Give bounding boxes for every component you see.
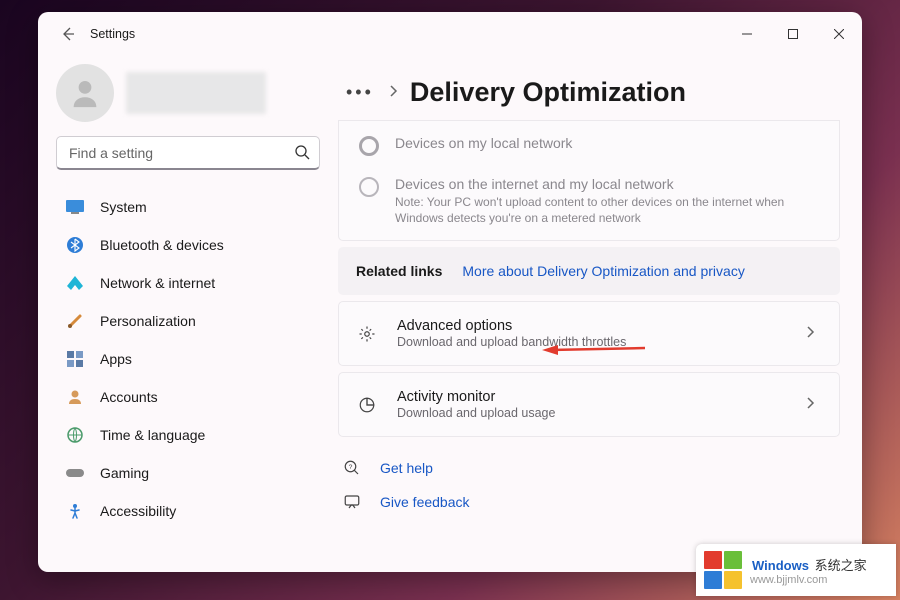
maximize-button[interactable] (770, 18, 816, 50)
back-arrow-icon (60, 26, 76, 42)
chevron-right-icon (390, 85, 398, 100)
sidebar-item-label: Apps (100, 351, 132, 367)
sidebar-item-label: System (100, 199, 147, 215)
sidebar-item-label: Network & internet (100, 275, 215, 291)
help-icon: ? (342, 459, 362, 477)
search-icon (294, 144, 310, 165)
radio-icon (359, 136, 379, 156)
bluetooth-icon (66, 236, 84, 254)
sidebar-item-system[interactable]: System (56, 188, 320, 226)
radio-label: Devices on the internet and my local net… (395, 176, 819, 192)
sidebar-item-accounts[interactable]: Accounts (56, 378, 320, 416)
window-controls (724, 18, 862, 50)
search-input[interactable] (56, 136, 320, 170)
user-name-redacted (126, 72, 266, 114)
get-help-row[interactable]: ? Get help (338, 451, 840, 485)
sidebar-item-network[interactable]: Network & internet (56, 264, 320, 302)
chevron-right-icon (807, 325, 821, 343)
search-box[interactable] (56, 136, 320, 170)
sidebar-item-label: Time & language (100, 427, 205, 443)
download-source-card: Devices on my local network Devices on t… (338, 120, 840, 241)
related-link-privacy[interactable]: More about Delivery Optimization and pri… (462, 263, 744, 279)
related-links-card: Related links More about Delivery Optimi… (338, 247, 840, 295)
wifi-icon (66, 274, 84, 292)
user-profile[interactable] (56, 64, 320, 122)
svg-text:?: ? (349, 464, 353, 471)
sidebar-item-time-language[interactable]: Time & language (56, 416, 320, 454)
sidebar-item-personalization[interactable]: Personalization (56, 302, 320, 340)
back-button[interactable] (52, 18, 84, 50)
breadcrumb: ••• Delivery Optimization (338, 64, 840, 120)
page-title: Delivery Optimization (410, 77, 686, 108)
gear-icon (357, 325, 377, 343)
sidebar-item-label: Gaming (100, 465, 149, 481)
windows-logo-icon (704, 551, 742, 589)
advanced-options-card[interactable]: Advanced options Download and upload ban… (338, 301, 840, 366)
card-title: Activity monitor (397, 389, 787, 405)
maximize-icon (788, 29, 798, 39)
accounts-icon (66, 388, 84, 406)
activity-monitor-card[interactable]: Activity monitor Download and upload usa… (338, 372, 840, 437)
radio-label: Devices on my local network (395, 135, 572, 151)
person-icon (68, 76, 102, 110)
sidebar-item-label: Bluetooth & devices (100, 237, 224, 253)
close-icon (834, 29, 844, 39)
chevron-right-icon (807, 396, 821, 414)
sidebar-item-label: Personalization (100, 313, 196, 329)
sidebar-item-accessibility[interactable]: Accessibility (56, 492, 320, 530)
minimize-icon (742, 29, 752, 39)
watermark-line2: www.bjjmlv.com (750, 574, 867, 586)
card-title: Advanced options (397, 318, 787, 334)
pie-chart-icon (357, 396, 377, 414)
sidebar-item-gaming[interactable]: Gaming (56, 454, 320, 492)
card-subtitle: Download and upload bandwidth throttles (397, 335, 787, 349)
minimize-button[interactable] (724, 18, 770, 50)
watermark: Windows 系统之家 www.bjjmlv.com (696, 544, 896, 596)
radio-local-network: Devices on my local network (339, 121, 839, 170)
feedback-icon (342, 493, 362, 511)
sidebar-item-label: Accessibility (100, 503, 176, 519)
radio-icon (359, 177, 379, 197)
related-links-label: Related links (356, 263, 442, 279)
breadcrumb-overflow-icon[interactable]: ••• (342, 82, 378, 103)
sidebar: System Bluetooth & devices Network & int… (38, 56, 338, 572)
radio-internet-local: Devices on the internet and my local net… (339, 170, 839, 240)
main-content: ••• Delivery Optimization Devices on my … (338, 56, 862, 572)
give-feedback-row[interactable]: Give feedback (338, 485, 840, 519)
globe-icon (66, 426, 84, 444)
app-title: Settings (90, 27, 135, 41)
titlebar: Settings (38, 12, 862, 56)
settings-window: Settings System (38, 12, 862, 572)
card-subtitle: Download and upload usage (397, 406, 787, 420)
radio-note: Note: Your PC won't upload content to ot… (395, 194, 819, 226)
sidebar-item-apps[interactable]: Apps (56, 340, 320, 378)
accessibility-icon (66, 502, 84, 520)
avatar (56, 64, 114, 122)
brush-icon (66, 312, 84, 330)
watermark-line1: Windows 系统之家 (750, 555, 867, 574)
apps-icon (66, 350, 84, 368)
sidebar-item-bluetooth[interactable]: Bluetooth & devices (56, 226, 320, 264)
close-button[interactable] (816, 18, 862, 50)
gaming-icon (66, 464, 84, 482)
give-feedback-link[interactable]: Give feedback (380, 494, 470, 510)
display-icon (66, 198, 84, 216)
get-help-link[interactable]: Get help (380, 460, 433, 476)
sidebar-item-label: Accounts (100, 389, 158, 405)
